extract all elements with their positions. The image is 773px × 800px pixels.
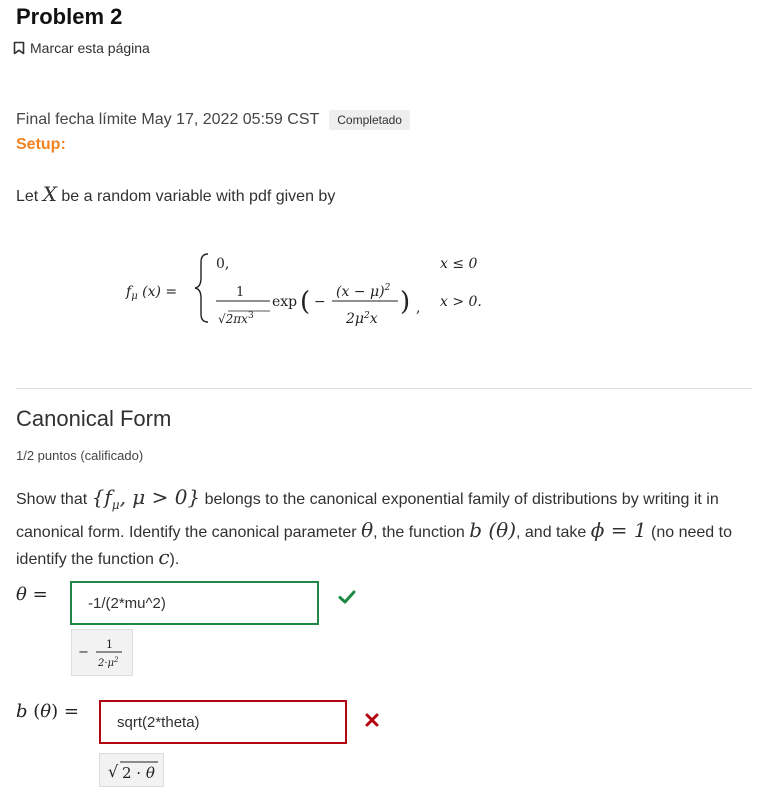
question-text: Show that {fμ, μ > 0} belongs to the can…: [16, 485, 732, 569]
formula-lhs: fμ (x) =: [125, 284, 177, 302]
b-theta-label: b (θ) =: [16, 701, 79, 722]
deadline-text: Final fecha límite May 17, 2022 05:59 CS…: [16, 111, 320, 128]
phi-expression: ϕ = 1: [590, 518, 647, 542]
b-theta-input[interactable]: [99, 700, 347, 744]
status-badge: Completado: [329, 110, 410, 130]
case2-condition: x > 0.: [440, 294, 482, 310]
svg-text:,: ,: [416, 300, 420, 316]
variable-x: X: [42, 182, 57, 206]
svg-text:exp: exp: [272, 294, 297, 310]
svg-text:−: −: [314, 294, 326, 310]
svg-text:√: √: [108, 762, 119, 781]
b-theta-preview: √ 2 · θ: [99, 753, 164, 787]
family-expression: {fμ, μ > 0}: [91, 485, 201, 512]
case1-value: 0,: [216, 256, 229, 272]
svg-text:2 · θ: 2 · θ: [122, 764, 155, 782]
svg-text:(x − μ)2: (x − μ)2: [336, 283, 391, 300]
svg-text:): ): [400, 287, 410, 317]
setup-intro: Let X be a random variable with pdf give…: [16, 182, 336, 206]
section-divider: [16, 388, 752, 389]
problem-title: Problem 2: [16, 4, 123, 29]
case1-condition: x ≤ 0: [440, 256, 478, 272]
section-title: Canonical Form: [16, 406, 172, 431]
bookmark-button[interactable]: Marcar esta página: [13, 40, 150, 56]
b-theta-symbol: b (θ): [469, 518, 516, 542]
cross-icon: [365, 713, 379, 732]
c-symbol: c: [158, 545, 170, 569]
bookmark-icon: [13, 41, 25, 55]
svg-text:2·μ2: 2·μ2: [97, 656, 119, 669]
theta-preview: − 1 2·μ2: [71, 629, 133, 676]
svg-text:(: (: [300, 287, 310, 317]
svg-text:1: 1: [106, 638, 113, 651]
theta-symbol: θ: [361, 518, 374, 542]
check-icon: [338, 590, 356, 609]
deadline-row: Final fecha límite May 17, 2022 05:59 CS…: [16, 110, 410, 130]
svg-text:−: −: [78, 645, 89, 660]
pdf-formula: fμ (x) = 0, x ≤ 0 1 √2πx3 exp ( − (x − μ…: [125, 253, 482, 327]
setup-label: Setup:: [16, 136, 66, 153]
svg-text:1: 1: [236, 285, 244, 300]
bookmark-label: Marcar esta página: [30, 40, 150, 56]
svg-text:2μ2x: 2μ2x: [345, 311, 378, 327]
svg-text:√2πx3: √2πx3: [218, 311, 254, 326]
theta-label: θ =: [16, 584, 48, 605]
theta-input[interactable]: [70, 581, 319, 625]
points-text: 1/2 puntos (calificado): [16, 448, 144, 463]
